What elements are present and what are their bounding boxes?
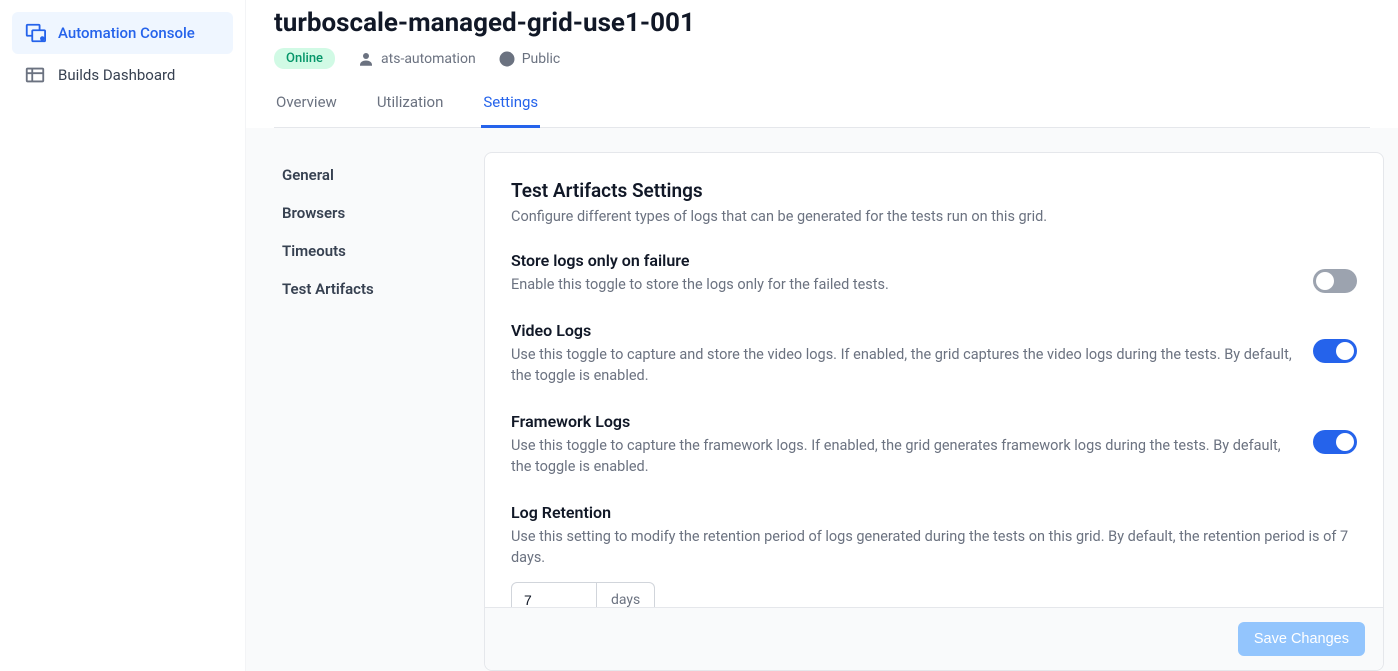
user-icon (357, 50, 375, 68)
setting-framework-logs: Framework Logs Use this toggle to captur… (511, 412, 1357, 477)
setting-desc: Use this toggle to capture the framework… (511, 435, 1293, 477)
status-badge: Online (274, 48, 335, 69)
main-content: turboscale-managed-grid-use1-001 Online … (246, 0, 1398, 671)
setting-title: Log Retention (511, 503, 1357, 522)
setting-log-retention: Log Retention Use this setting to modify… (511, 503, 1357, 607)
retention-input-group: days (511, 582, 1357, 607)
setting-text: Store logs only on failure Enable this t… (511, 251, 1293, 295)
settings-panel: Test Artifacts Settings Configure differ… (484, 152, 1384, 671)
toggle-store-logs-on-failure[interactable] (1313, 269, 1357, 293)
setting-title: Store logs only on failure (511, 251, 1293, 270)
setting-store-logs-on-failure: Store logs only on failure Enable this t… (511, 251, 1357, 295)
sidebar-item-label: Builds Dashboard (58, 66, 175, 84)
toggle-knob (1336, 342, 1354, 360)
toggle-knob (1316, 272, 1334, 290)
page-title: turboscale-managed-grid-use1-001 (274, 8, 1370, 38)
retention-suffix: days (597, 582, 655, 607)
console-icon (24, 22, 46, 44)
tab-overview[interactable]: Overview (274, 83, 339, 128)
owner-meta: ats-automation (357, 50, 476, 68)
setting-title: Video Logs (511, 321, 1293, 340)
meta-row: Online ats-automation Public (274, 48, 1370, 69)
globe-icon (498, 50, 516, 68)
subnav-browsers[interactable]: Browsers (274, 194, 464, 232)
header: turboscale-managed-grid-use1-001 Online … (246, 0, 1398, 128)
toggle-framework-logs[interactable] (1313, 430, 1357, 454)
setting-desc: Use this setting to modify the retention… (511, 526, 1357, 568)
sidebar-item-label: Automation Console (58, 24, 195, 42)
tabs: Overview Utilization Settings (274, 83, 1370, 128)
setting-text: Framework Logs Use this toggle to captur… (511, 412, 1293, 477)
visibility-meta: Public (498, 50, 561, 68)
toggle-video-logs[interactable] (1313, 339, 1357, 363)
subnav-general[interactable]: General (274, 156, 464, 194)
panel-title: Test Artifacts Settings (511, 179, 1357, 202)
setting-desc: Use this toggle to capture and store the… (511, 344, 1293, 386)
content-area: General Browsers Timeouts Test Artifacts… (246, 128, 1398, 671)
tab-settings[interactable]: Settings (481, 83, 540, 128)
sidebar-item-automation-console[interactable]: Automation Console (12, 12, 233, 54)
sidebar: Automation Console Builds Dashboard (0, 0, 246, 671)
settings-subnav: General Browsers Timeouts Test Artifacts (274, 152, 464, 671)
subnav-timeouts[interactable]: Timeouts (274, 232, 464, 270)
sidebar-item-builds-dashboard[interactable]: Builds Dashboard (12, 54, 233, 96)
panel-subtitle: Configure different types of logs that c… (511, 208, 1357, 225)
owner-label: ats-automation (381, 51, 476, 67)
tab-utilization[interactable]: Utilization (375, 83, 446, 128)
dashboard-icon (24, 64, 46, 86)
setting-video-logs: Video Logs Use this toggle to capture an… (511, 321, 1357, 386)
toggle-knob (1336, 433, 1354, 451)
subnav-test-artifacts[interactable]: Test Artifacts (274, 270, 464, 308)
panel-footer: Save Changes (485, 607, 1383, 670)
panel-body: Test Artifacts Settings Configure differ… (485, 153, 1383, 607)
retention-input[interactable] (511, 582, 597, 607)
setting-text: Video Logs Use this toggle to capture an… (511, 321, 1293, 386)
setting-desc: Enable this toggle to store the logs onl… (511, 274, 1293, 295)
setting-title: Framework Logs (511, 412, 1293, 431)
visibility-label: Public (522, 51, 561, 67)
save-changes-button[interactable]: Save Changes (1238, 622, 1365, 656)
